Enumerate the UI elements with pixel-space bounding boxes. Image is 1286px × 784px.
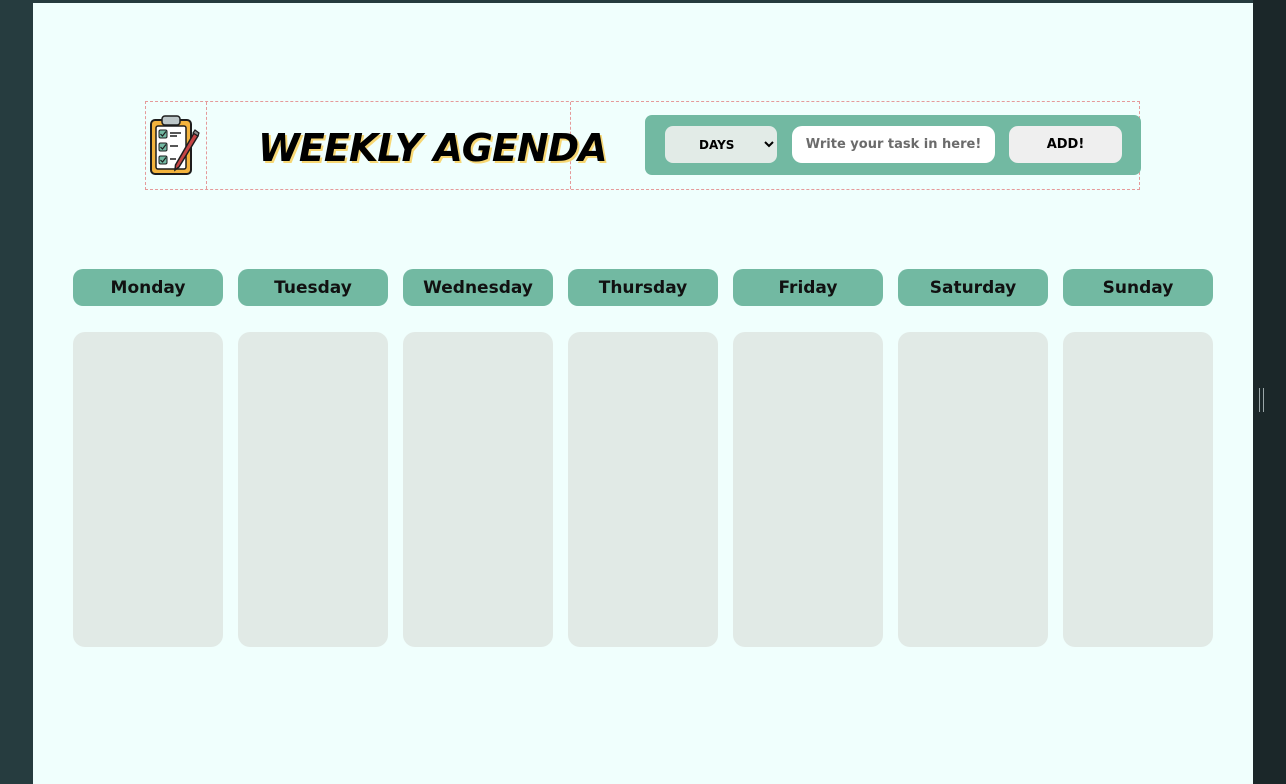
agenda-page: WEEKLY AGENDA DAYS ADD! Monday Tuesday W… <box>33 3 1253 784</box>
add-task-form: DAYS ADD! <box>645 115 1141 175</box>
day-header-wednesday: Wednesday <box>403 269 553 306</box>
task-column-friday[interactable] <box>733 332 883 647</box>
task-column-monday[interactable] <box>73 332 223 647</box>
page-title: WEEKLY AGENDA <box>258 126 608 170</box>
task-column-sunday[interactable] <box>1063 332 1213 647</box>
days-select[interactable]: DAYS <box>665 126 777 163</box>
day-header-tuesday: Tuesday <box>238 269 388 306</box>
resize-handle-icon[interactable] <box>1259 388 1264 412</box>
logo-container <box>146 102 207 189</box>
task-column-wednesday[interactable] <box>403 332 553 647</box>
task-column-thursday[interactable] <box>568 332 718 647</box>
title-container: WEEKLY AGENDA <box>206 102 608 189</box>
task-column-tuesday[interactable] <box>238 332 388 647</box>
clipboard-checklist-pencil-icon <box>150 115 200 175</box>
day-header-sunday: Sunday <box>1063 269 1213 306</box>
task-column-saturday[interactable] <box>898 332 1048 647</box>
day-header-friday: Friday <box>733 269 883 306</box>
day-header-monday: Monday <box>73 269 223 306</box>
task-input[interactable] <box>792 126 995 163</box>
add-button[interactable]: ADD! <box>1009 126 1122 163</box>
day-header-saturday: Saturday <box>898 269 1048 306</box>
window-right-gutter <box>1253 0 1286 784</box>
day-header-thursday: Thursday <box>568 269 718 306</box>
